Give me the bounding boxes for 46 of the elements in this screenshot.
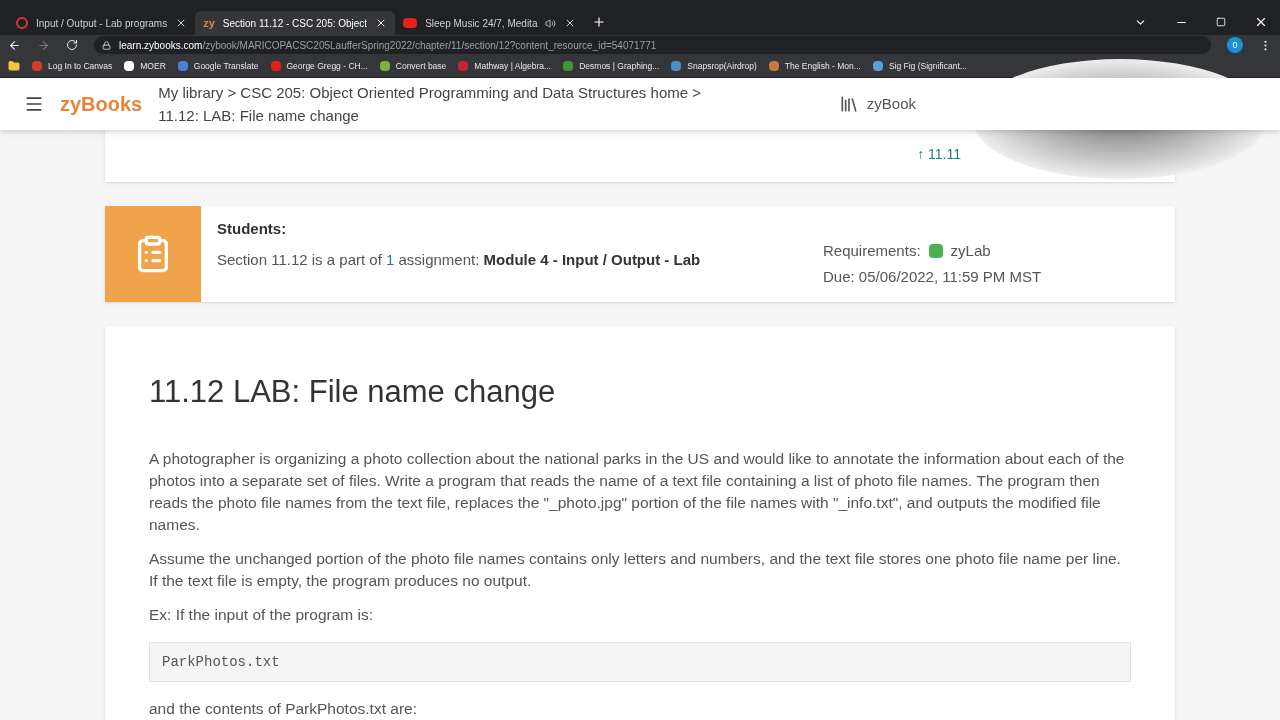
paragraph: and the contents of ParkPhotos.txt are: <box>149 699 418 719</box>
requirement-text: zyLab <box>950 241 991 261</box>
paragraph: Assume the unchanged portion of the photo file names contains only letters and numbers, and the text file stores one photo file name per line. If the text file is empty, the program produces no output. <box>149 549 1122 591</box>
lock-icon <box>102 40 111 50</box>
browser-tab[interactable]: Sleep Music 24/7, Medita <box>395 11 585 36</box>
breadcrumb-current: 11.12: LAB: File name change <box>158 106 360 126</box>
requirements-label: Requirements: <box>823 241 921 261</box>
browser-tab[interactable]: zy Section 11.12 - CSC 205: Object <box>195 11 396 36</box>
back-icon[interactable] <box>8 38 21 52</box>
section-title: 11.12 LAB: File name change <box>149 373 557 411</box>
bookmark[interactable]: Google Translate <box>177 60 259 73</box>
tab-title: Input / Output - Lab programs <box>36 16 168 31</box>
due-date: Due: 05/06/2022, 11:59 PM MST <box>823 267 1043 287</box>
assignment-text: Section 11.12 is a part of 1 assignment: Module 4 - Input / Output - Lab <box>217 249 702 270</box>
bookmark[interactable]: MOER <box>124 60 166 73</box>
breadcrumb-link[interactable]: My library > CSC 205: Object Oriented Programming and Data Structures home > <box>158 81 701 104</box>
paragraph: A photographer is organizing a photo collection about the national parks in the US and would like to annotate the information about each of the photos into a separate set of files. Write a program that reads the name of a text file containing a list of photo file names. The program then reads the photo file names from the text file, replaces the "_photo.jpg" portion of the file names with "_info.txt", and outputs the modified file names. <box>149 449 1126 535</box>
reload-icon[interactable] <box>66 39 78 52</box>
bookmark[interactable]: Convert base <box>379 60 447 73</box>
speaker-icon <box>545 17 557 29</box>
paragraph: Ex: If the input of the program is: <box>149 605 374 625</box>
tab-favicon-text: zy <box>203 16 215 31</box>
bookmark[interactable]: Sig Fig (Significant... <box>872 60 967 73</box>
url-text: learn.zybooks.com/zybook/MARICOPACSC205LaufferSpring2022/chapter/11/section/12?content_resource_id=54071771 <box>119 38 657 53</box>
tab-title: Section 11.12 - CSC 205: Object <box>222 16 368 31</box>
browser-tab[interactable]: Input / Output - Lab programs <box>8 11 196 36</box>
maximize-icon[interactable] <box>1216 17 1226 28</box>
code-block: ParkPhotos.txt <box>149 642 1131 682</box>
forward-icon[interactable] <box>37 38 50 52</box>
assignment-heading: Students: <box>217 219 288 239</box>
bookmark[interactable]: Mathway | Algebra... <box>458 60 552 73</box>
requirement-icon <box>928 244 943 258</box>
bookmark[interactable]: George Gregg - CH... <box>270 60 368 73</box>
bookmark[interactable]: The English - Mon... <box>768 60 861 73</box>
menu-icon[interactable] <box>24 94 44 114</box>
library-button[interactable]: zyBook <box>838 92 916 116</box>
previous-section-link[interactable]: ↑ 11.11 <box>917 143 961 165</box>
folder-icon[interactable] <box>8 60 20 73</box>
bookmark[interactable]: Snapsrop(Airdrop) <box>671 60 757 73</box>
tab-favicon-icon <box>16 17 28 30</box>
tab-title: Sleep Music 24/7, Medita <box>425 16 538 31</box>
address-bar[interactable]: learn.zybooks.com/zybook/MARICOPACSC205LaufferSpring2022/chapter/11/section/12?content_resource_id=54071771 <box>94 36 1211 55</box>
new-tab-icon[interactable] <box>592 15 607 30</box>
bookmark[interactable]: Log In to Canvas <box>32 60 113 73</box>
video-icon <box>403 18 418 29</box>
bookmark[interactable]: Desmos | Graphing... <box>563 60 660 73</box>
